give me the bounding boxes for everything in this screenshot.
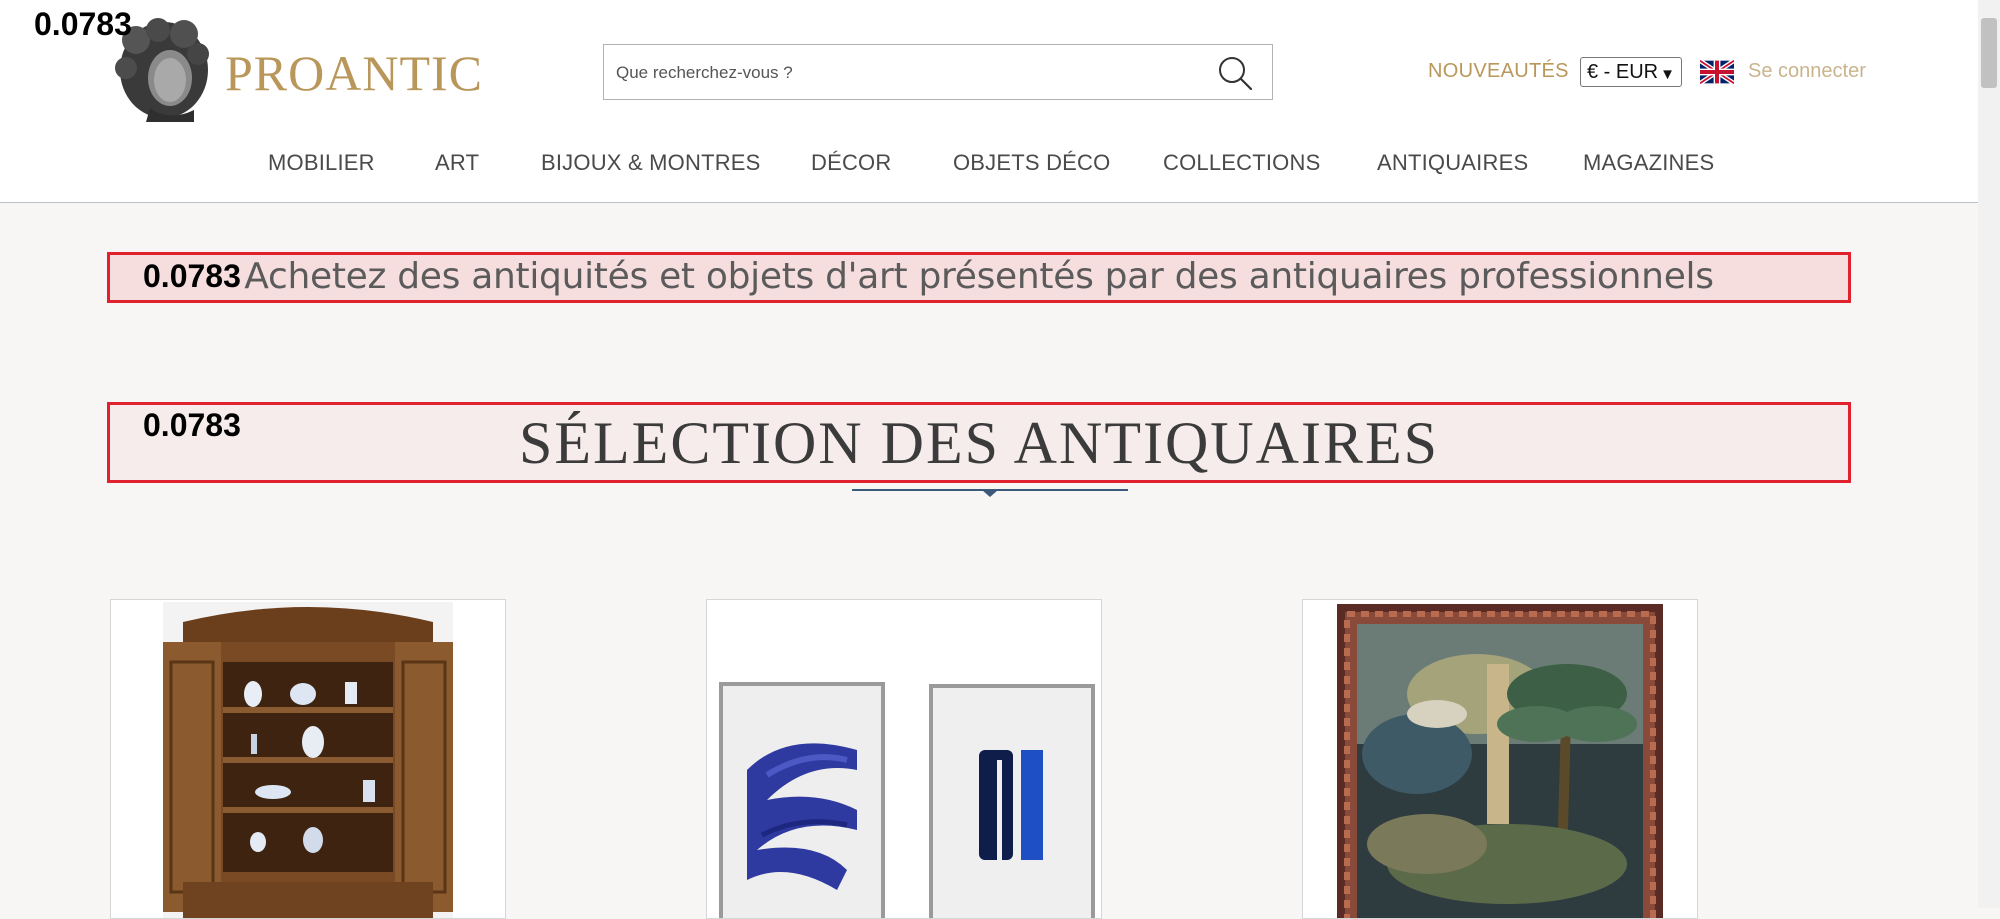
nav-item-mobilier[interactable]: MOBILIER [268,150,375,176]
currency-select[interactable]: € - EUR ▼ [1580,57,1682,87]
nav-item-bijoux-montres[interactable]: BIJOUX & MONTRES [541,150,761,176]
score-badge-section: 0.0783 [143,407,241,443]
search-input[interactable] [614,55,1198,91]
score-badge-top: 0.0783 [34,6,132,42]
product-card[interactable] [110,599,506,919]
currency-value: € - EUR [1587,61,1659,83]
product-card[interactable] [1302,599,1698,919]
tagline-banner: Achetez des antiquités et objets d'art p… [107,252,1851,303]
nav-item-decor[interactable]: DÉCOR [811,150,891,176]
search-bar [603,44,1273,100]
score-badge-tagline: 0.0783 [143,258,241,294]
nouveautes-link[interactable]: NOUVEAUTÉS [1428,60,1569,83]
nav-item-antiquaires[interactable]: ANTIQUAIRES [1377,150,1528,176]
nav-item-art[interactable]: ART [435,150,479,176]
nav-item-objets-deco[interactable]: OBJETS DÉCO [953,150,1110,176]
nav-item-collections[interactable]: COLLECTIONS [1163,150,1320,176]
blue-abstract-prints-image[interactable] [707,600,1102,919]
section-header: SÉLECTION DES ANTIQUAIRES [107,402,1851,483]
section-divider [852,489,1128,497]
site-logo[interactable]: PROANTIC [225,44,483,102]
section-title: SÉLECTION DES ANTIQUAIRES [519,410,1439,476]
nav-item-magazines[interactable]: MAGAZINES [1583,150,1714,176]
search-icon[interactable] [1216,54,1254,92]
chevron-down-icon: ▼ [1660,66,1675,83]
tapestry-image[interactable] [1337,604,1663,919]
carved-wood-cabinet-image[interactable] [163,602,453,919]
scrollbar-thumb[interactable] [1981,18,1997,88]
tagline-text: Achetez des antiquités et objets d'art p… [244,256,1714,297]
product-card[interactable] [706,599,1102,919]
login-link[interactable]: Se connecter [1748,60,1866,83]
uk-flag-icon[interactable] [1700,60,1734,84]
main-nav: MOBILIER ART BIJOUX & MONTRES DÉCOR OBJE… [0,150,1978,180]
site-header: PROANTIC NOUVEAUTÉS € - EUR ▼ Se connect… [0,0,1978,203]
page-scrollbar[interactable] [1978,0,2000,908]
